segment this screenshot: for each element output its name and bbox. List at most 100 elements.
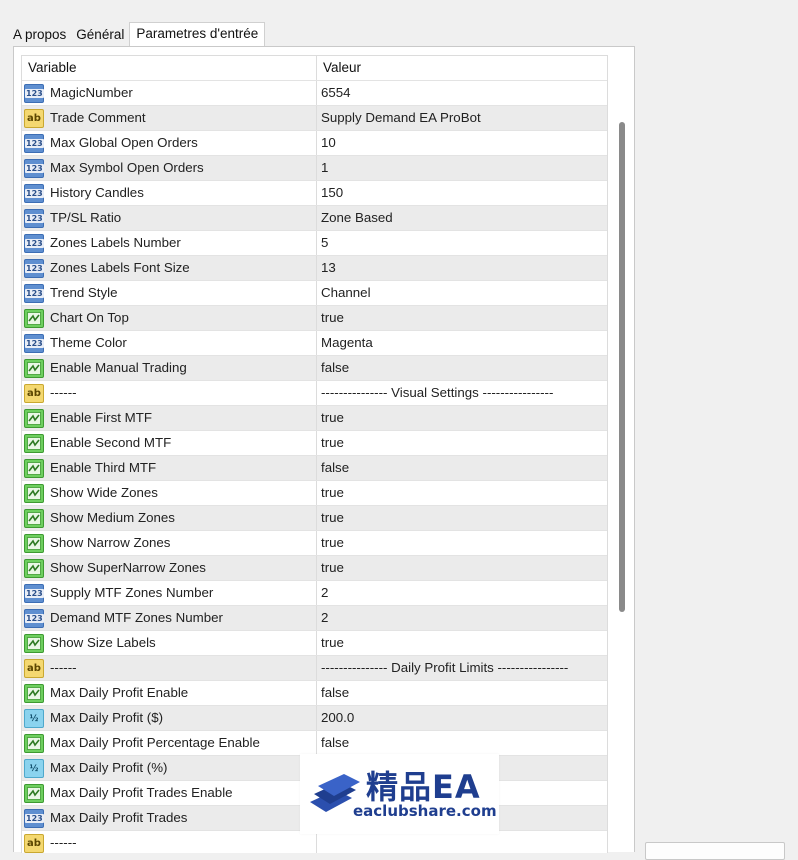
table-row[interactable]: Enable Third MTF false [22, 456, 607, 481]
value-cell[interactable]: false [317, 681, 607, 705]
boolean-type-icon [24, 433, 44, 453]
boolean-type-icon [24, 308, 44, 328]
variable-name: ------ [50, 835, 77, 850]
variable-cell: ab ------ [22, 831, 317, 853]
value-cell[interactable]: false [317, 731, 607, 755]
variable-cell: Max Daily Profit Enable [22, 681, 317, 705]
tab-bar: A propos Général Parametres d'entrée [8, 22, 266, 47]
variable-cell: Max Daily Profit Trades Enable [22, 781, 317, 805]
variable-cell: Show Wide Zones [22, 481, 317, 505]
value-cell[interactable]: --------------- Visual Settings --------… [317, 381, 607, 405]
variable-cell: Show Size Labels [22, 631, 317, 655]
variable-name: Chart On Top [50, 310, 129, 325]
value-cell[interactable]: Supply Demand EA ProBot [317, 106, 607, 130]
table-row[interactable]: ab Trade Comment Supply Demand EA ProBot [22, 106, 607, 131]
value-cell[interactable]: true [317, 531, 607, 555]
table-row[interactable]: 123 Zones Labels Font Size 13 [22, 256, 607, 281]
value-cell[interactable]: --------------- Daily Profit Limits ----… [317, 656, 607, 680]
value-cell[interactable]: true [317, 506, 607, 530]
table-row[interactable]: 123 TP/SL Ratio Zone Based [22, 206, 607, 231]
value-cell[interactable]: 1 [317, 156, 607, 180]
variable-name: Enable Manual Trading [50, 360, 187, 375]
value-cell[interactable]: 5 [317, 231, 607, 255]
table-row[interactable]: Enable Second MTF true [22, 431, 607, 456]
input-parameters-panel: Variable Valeur 123 MagicNumber 6554 ab Trad… [13, 46, 635, 853]
table-row[interactable]: Show Medium Zones true [22, 506, 607, 531]
table-row[interactable]: 123 Demand MTF Zones Number 2 [22, 606, 607, 631]
boolean-type-icon [24, 358, 44, 378]
value-cell[interactable]: Magenta [317, 331, 607, 355]
table-row[interactable]: Max Daily Profit Enable false [22, 681, 607, 706]
boolean-type-icon [24, 483, 44, 503]
table-row[interactable]: Show Narrow Zones true [22, 531, 607, 556]
tab-general[interactable]: Général [71, 24, 129, 46]
parameters-grid: Variable Valeur 123 MagicNumber 6554 ab Trad… [21, 55, 608, 853]
value-cell[interactable]: 6554 [317, 81, 607, 105]
variable-cell: 123 Max Global Open Orders [22, 131, 317, 155]
table-row[interactable]: 123 Max Global Open Orders 10 [22, 131, 607, 156]
table-row[interactable]: Enable Manual Trading false [22, 356, 607, 381]
integer-type-icon: 123 [24, 283, 44, 303]
window-title-strip [0, 0, 798, 16]
tab-input-parameters[interactable]: Parametres d'entrée [129, 22, 266, 47]
value-cell[interactable] [317, 831, 607, 853]
variable-name: Max Global Open Orders [50, 135, 198, 150]
boolean-type-icon [24, 683, 44, 703]
integer-type-icon: 123 [24, 158, 44, 178]
value-cell[interactable]: 150 [317, 181, 607, 205]
value-cell[interactable]: 200.0 [317, 706, 607, 730]
table-row[interactable]: 123 Max Symbol Open Orders 1 [22, 156, 607, 181]
value-cell[interactable]: 10 [317, 131, 607, 155]
integer-type-icon: 123 [24, 233, 44, 253]
table-row[interactable]: Show Size Labels true [22, 631, 607, 656]
scrollbar-thumb[interactable] [619, 122, 625, 612]
variable-cell: 123 Theme Color [22, 331, 317, 355]
variable-name: Trade Comment [50, 110, 146, 125]
table-row[interactable]: Enable First MTF true [22, 406, 607, 431]
table-row[interactable]: 123 History Candles 150 [22, 181, 607, 206]
table-row[interactable]: Max Daily Profit Percentage Enable false [22, 731, 607, 756]
table-row[interactable]: Chart On Top true [22, 306, 607, 331]
value-cell[interactable]: true [317, 481, 607, 505]
tab-about[interactable]: A propos [8, 24, 71, 46]
table-row[interactable]: ab ------ [22, 831, 607, 853]
variable-name: ------ [50, 385, 77, 400]
value-cell[interactable]: Channel [317, 281, 607, 305]
value-cell[interactable]: true [317, 556, 607, 580]
table-row[interactable]: 123 Trend Style Channel [22, 281, 607, 306]
value-cell[interactable]: true [317, 406, 607, 430]
variable-name: Enable Third MTF [50, 460, 157, 475]
double-type-icon: ½ [24, 708, 44, 728]
variable-name: MagicNumber [50, 85, 133, 100]
column-header-variable[interactable]: Variable [22, 56, 317, 80]
variable-cell: 123 Supply MTF Zones Number [22, 581, 317, 605]
table-row[interactable]: ab ------ --------------- Daily Profit Lim… [22, 656, 607, 681]
value-cell[interactable]: true [317, 431, 607, 455]
value-cell[interactable]: 2 [317, 606, 607, 630]
variable-name: Zones Labels Number [50, 235, 181, 250]
table-row[interactable]: 123 Theme Color Magenta [22, 331, 607, 356]
variable-cell: Enable Second MTF [22, 431, 317, 455]
string-type-icon: ab [24, 833, 44, 853]
table-row[interactable]: Show Wide Zones true [22, 481, 607, 506]
column-header-value[interactable]: Valeur [317, 56, 607, 80]
value-cell[interactable]: true [317, 631, 607, 655]
dialog-button[interactable] [645, 842, 785, 860]
value-cell[interactable]: 2 [317, 581, 607, 605]
table-row[interactable]: 123 Zones Labels Number 5 [22, 231, 607, 256]
table-row[interactable]: 123 MagicNumber 6554 [22, 81, 607, 106]
value-cell[interactable]: Zone Based [317, 206, 607, 230]
value-cell[interactable]: 13 [317, 256, 607, 280]
table-row[interactable]: 123 Supply MTF Zones Number 2 [22, 581, 607, 606]
variable-cell: ab ------ [22, 656, 317, 680]
value-cell[interactable]: true [317, 306, 607, 330]
table-row[interactable]: ab ------ --------------- Visual Settings … [22, 381, 607, 406]
variable-name: Show SuperNarrow Zones [50, 560, 206, 575]
variable-cell: Show Narrow Zones [22, 531, 317, 555]
table-row[interactable]: Show SuperNarrow Zones true [22, 556, 607, 581]
table-row[interactable]: ½ Max Daily Profit ($) 200.0 [22, 706, 607, 731]
value-cell[interactable]: false [317, 456, 607, 480]
integer-type-icon: 123 [24, 183, 44, 203]
value-cell[interactable]: false [317, 356, 607, 380]
boolean-type-icon [24, 458, 44, 478]
